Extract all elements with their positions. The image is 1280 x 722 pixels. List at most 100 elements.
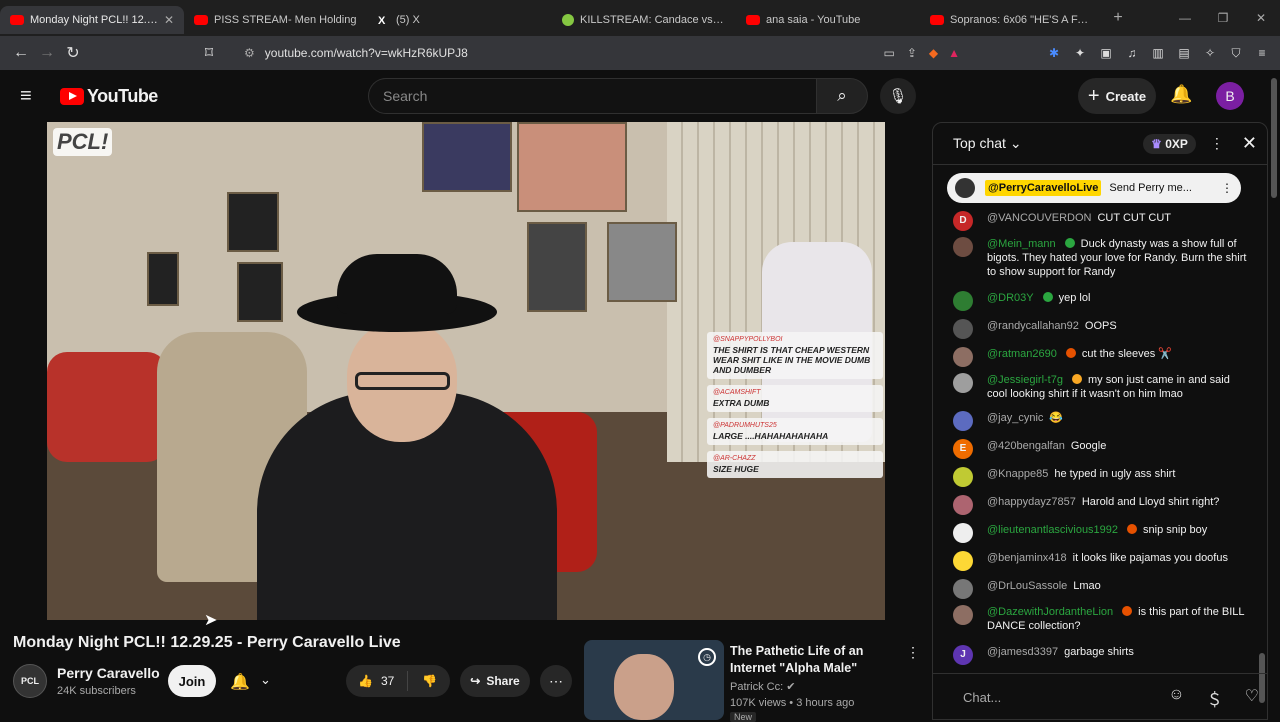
heart-icon[interactable]: ♡ <box>1245 686 1259 710</box>
new-tab-button[interactable]: + <box>1104 9 1132 27</box>
chat-avatar[interactable] <box>953 319 973 339</box>
chat-avatar[interactable] <box>953 523 973 543</box>
recommended-more-icon[interactable]: ⋮ <box>906 644 920 661</box>
chat-username[interactable]: @jamesd3397 <box>987 646 1058 658</box>
chat-avatar[interactable]: J <box>953 645 973 665</box>
chat-message[interactable]: @DrLouSassole Lmao <box>953 579 1249 599</box>
voice-search-button[interactable]: 🎙 <box>880 78 916 114</box>
recommended-channel[interactable]: Patrick Cc: ✔ <box>730 680 795 693</box>
chat-input[interactable]: Chat... ☺ ＄ ♡ <box>933 673 1267 719</box>
chat-avatar[interactable] <box>953 373 973 393</box>
notifications-bell-icon[interactable]: 🔔 <box>1170 84 1192 105</box>
video-player[interactable]: PCL! @SNAPPYPOLLYBOI The shirt is that c… <box>47 122 885 620</box>
browser-menu-icon[interactable]: ≡ <box>1252 43 1272 63</box>
chat-username[interactable]: @happydayz7857 <box>987 496 1076 508</box>
search-input[interactable]: Search <box>368 78 816 114</box>
chat-avatar[interactable] <box>953 495 973 515</box>
cast-icon[interactable]: ▭ <box>883 46 894 60</box>
chat-username[interactable]: @VANCOUVERDON <box>987 212 1091 224</box>
chat-avatar[interactable]: D <box>953 211 973 231</box>
chat-username[interactable]: @420bengalfan <box>987 440 1065 452</box>
maximize-icon[interactable]: ❐ <box>1204 11 1242 25</box>
top-chat-dropdown[interactable]: Top chat ⌄ <box>953 135 1022 152</box>
chat-message[interactable]: @Jessiegirl-t7g my son just came in and s… <box>953 373 1249 401</box>
vpn-icon[interactable]: ⛉ <box>1226 43 1246 63</box>
browser-tab[interactable]: X (5) X <box>368 6 552 34</box>
youtube-logo[interactable]: YouTube <box>60 86 158 107</box>
emoji-icon[interactable]: ☺ <box>1168 686 1184 710</box>
media-icon[interactable]: ♫ <box>1122 43 1142 63</box>
browser-tab[interactable]: Sopranos: 6x06 "HE'S A FAAAG" <box>920 6 1104 34</box>
bookmark-icon[interactable]: ⌑ <box>196 43 222 63</box>
brave-rewards-icon[interactable]: ▲ <box>948 46 960 60</box>
browser-tab[interactable]: ana saia - YouTube <box>736 6 920 34</box>
browser-tab[interactable]: KILLSTREAM: Candace vs Al... <box>552 6 736 34</box>
tab-search-icon[interactable]: ▣ <box>1096 43 1116 63</box>
chat-username[interactable]: @DR03Y <box>987 292 1034 304</box>
super-chat-icon[interactable]: ＄ <box>1207 686 1223 710</box>
xp-badge[interactable]: ♛ 0XP <box>1143 133 1196 154</box>
share-page-icon[interactable]: ⇪ <box>907 46 917 60</box>
chat-username[interactable]: @Knappe85 <box>987 468 1048 480</box>
sidebar-icon[interactable]: ▥ <box>1148 43 1168 63</box>
url-field[interactable]: ⚙ youtube.com/watch?v=wkHzR6kUPJ8 ▭ ⇪ ◆ … <box>236 40 968 66</box>
join-button[interactable]: Join <box>168 665 216 697</box>
browser-tab[interactable]: Monday Night PCL!! 12.2... ✕ <box>0 6 184 34</box>
share-button[interactable]: ↪ Share <box>460 665 530 697</box>
chat-message[interactable]: @DazewithJordantheLion is this part of th… <box>953 605 1249 633</box>
close-window-icon[interactable]: ✕ <box>1242 11 1280 25</box>
chat-message[interactable]: @DR03Y yep lol <box>953 291 1249 311</box>
chat-avatar[interactable]: E <box>953 439 973 459</box>
chat-username[interactable]: @lieutenantlascivious1992 <box>987 524 1118 536</box>
chat-username[interactable]: @Mein_mann <box>987 238 1056 250</box>
brave-shield-icon[interactable]: ◆ <box>929 46 938 60</box>
more-actions-button[interactable]: ⋯ <box>540 665 572 697</box>
back-icon[interactable]: ← <box>8 44 34 62</box>
chat-avatar[interactable] <box>953 467 973 487</box>
chat-message[interactable]: @benjaminx418 it looks like pajamas you d… <box>953 551 1249 571</box>
channel-name[interactable]: Perry Caravello <box>57 665 160 681</box>
account-avatar[interactable]: B <box>1216 82 1244 110</box>
chat-menu-icon[interactable]: ⋮ <box>1210 135 1224 152</box>
create-button[interactable]: + Create <box>1078 78 1156 114</box>
puzzle-icon[interactable]: ✦ <box>1070 43 1090 63</box>
chat-message[interactable]: E @420bengalfan Google <box>953 439 1249 459</box>
page-scrollbar-thumb[interactable] <box>1271 78 1277 198</box>
chat-avatar[interactable] <box>953 347 973 367</box>
watch-later-icon[interactable]: ◷ <box>698 648 716 666</box>
close-icon[interactable]: ✕ <box>164 13 174 27</box>
chat-username[interactable]: @Jessiegirl-t7g <box>987 374 1063 386</box>
chat-message[interactable]: D @VANCOUVERDON CUT CUT CUT <box>953 211 1249 231</box>
chat-message[interactable]: J @jamesd3397 garbage shirts <box>953 645 1249 665</box>
chat-avatar[interactable] <box>953 605 973 625</box>
chat-message[interactable]: @ratman2690 cut the sleeves ✂️ <box>953 347 1249 367</box>
search-button[interactable]: ⌕ <box>816 78 868 114</box>
chat-avatar[interactable] <box>953 579 973 599</box>
chevron-down-icon[interactable]: ⌄ <box>260 672 271 688</box>
channel-avatar[interactable]: PCL <box>13 664 47 698</box>
chat-avatar[interactable] <box>953 551 973 571</box>
chat-message[interactable]: @jay_cynic 😂 <box>953 411 1249 431</box>
chat-message[interactable]: @happydayz7857 Harold and Lloyd shirt rig… <box>953 495 1249 515</box>
chat-username[interactable]: @DazewithJordantheLion <box>987 606 1113 618</box>
chat-username[interactable]: @benjaminx418 <box>987 552 1067 564</box>
pinned-menu-icon[interactable]: ⋮ <box>1221 181 1233 195</box>
chat-username[interactable]: @jay_cynic <box>987 412 1043 424</box>
chat-avatar[interactable] <box>953 291 973 311</box>
wallet-icon[interactable]: ▤ <box>1174 43 1194 63</box>
close-chat-icon[interactable]: ✕ <box>1242 133 1257 154</box>
subscription-bell-icon[interactable]: 🔔 <box>230 672 250 692</box>
recommended-video-thumbnail[interactable]: ◷ <box>584 640 724 720</box>
chat-username[interactable]: @randycallahan92 <box>987 320 1079 332</box>
leo-icon[interactable]: ✧ <box>1200 43 1220 63</box>
chat-message[interactable]: @Knappe85 he typed in ugly ass shirt <box>953 467 1249 487</box>
like-button[interactable]: 👍 37 <box>346 671 408 691</box>
extension-icon[interactable]: ✱ <box>1044 43 1064 63</box>
pinned-message[interactable]: @PerryCaravelloLive Send Perry me... ⋮ <box>947 173 1241 203</box>
page-scrollbar[interactable] <box>1268 70 1280 720</box>
browser-tab[interactable]: PISS STREAM- Men Holding <box>184 6 368 34</box>
minimize-icon[interactable]: — <box>1166 11 1204 25</box>
chat-avatar[interactable] <box>953 411 973 431</box>
chat-message[interactable]: @randycallahan92 OOPS <box>953 319 1249 339</box>
recommended-video-title[interactable]: The Pathetic Life of an Internet "Alpha … <box>730 643 900 677</box>
